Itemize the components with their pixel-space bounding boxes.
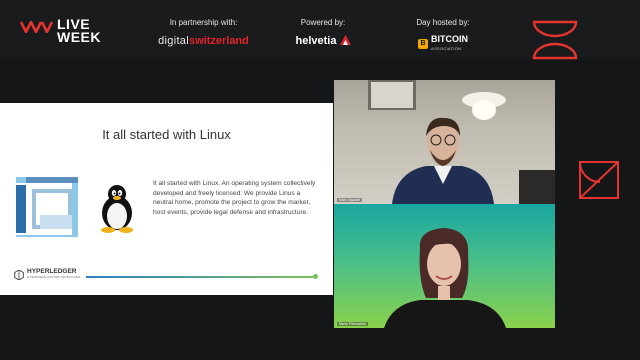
sponsor-name: B BITCOIN ASSOCIATION (418, 35, 468, 53)
logo-line2: WEEK (57, 29, 101, 45)
live-week-logo: LIVE WEEK (20, 17, 101, 45)
slide-body-text: It all started with Linux. An operating … (153, 180, 316, 216)
sponsor-partner: In partnership with: digitalswitzerland (156, 18, 251, 47)
sponsor-name-part2: switzerland (188, 35, 249, 47)
speaker-2-video-scene (384, 228, 506, 328)
sponsor-name: helvetia (288, 35, 358, 47)
hyperledger-sub: ENTERPRISE BLOCKCHAIN TECHNOLOGIES (27, 276, 81, 279)
sponsor-caption: Day hosted by: (416, 18, 470, 27)
slide-divider-line (86, 276, 316, 278)
hyperledger-name: HYPERLEDGER (27, 268, 77, 275)
presentation-slide: It all started with Linux It all started… (0, 103, 333, 295)
hyperledger-icon (14, 270, 24, 280)
sponsor-name-part1: digital (158, 35, 189, 47)
bitcoin-name: BITCOIN (431, 34, 468, 44)
top-banner: LIVE WEEK In partnership with: digitalsw… (0, 0, 640, 60)
participant-name: Maria Pietrowska (337, 322, 368, 326)
slide-title: It all started with Linux (102, 127, 231, 142)
logo-text: LIVE WEEK (57, 17, 101, 45)
bitcoin-coin-icon: B (418, 39, 428, 49)
sponsor-host: Day hosted by: B BITCOIN ASSOCIATION (408, 18, 478, 53)
decorative-shape-icon (532, 20, 578, 60)
slide-divider-dot (313, 274, 318, 279)
video-feed-speaker-2: Maria Pietrowska (334, 204, 555, 328)
video-feed-speaker-1: Marc Gaudart (334, 80, 555, 204)
hyperledger-logo: HYPERLEDGER ENTERPRISE BLOCKCHAIN TECHNOL… (14, 268, 81, 281)
sponsor-name: digitalswitzerland (156, 35, 251, 47)
sponsor-caption: In partnership with: (169, 18, 238, 27)
helvetia-logo-icon (339, 35, 351, 45)
bitcoin-sub: ASSOCIATION (431, 46, 462, 51)
bitcoin-text: BITCOIN ASSOCIATION (431, 35, 468, 53)
speaker-1-video-scene (368, 80, 555, 204)
participant-name: Marc Gaudart (337, 198, 363, 202)
live-week-logo-icon (20, 21, 54, 33)
tux-penguin-icon (101, 185, 133, 233)
linux-foundation-graphic (16, 177, 78, 237)
sponsor-powered-by: Powered by: helvetia (288, 18, 358, 47)
sponsor-caption: Powered by: (300, 18, 346, 27)
hyperledger-text: HYPERLEDGER ENTERPRISE BLOCKCHAIN TECHNOL… (27, 268, 81, 281)
sponsor-name-text: helvetia (295, 35, 337, 47)
decorative-geometric-icon (579, 161, 619, 199)
